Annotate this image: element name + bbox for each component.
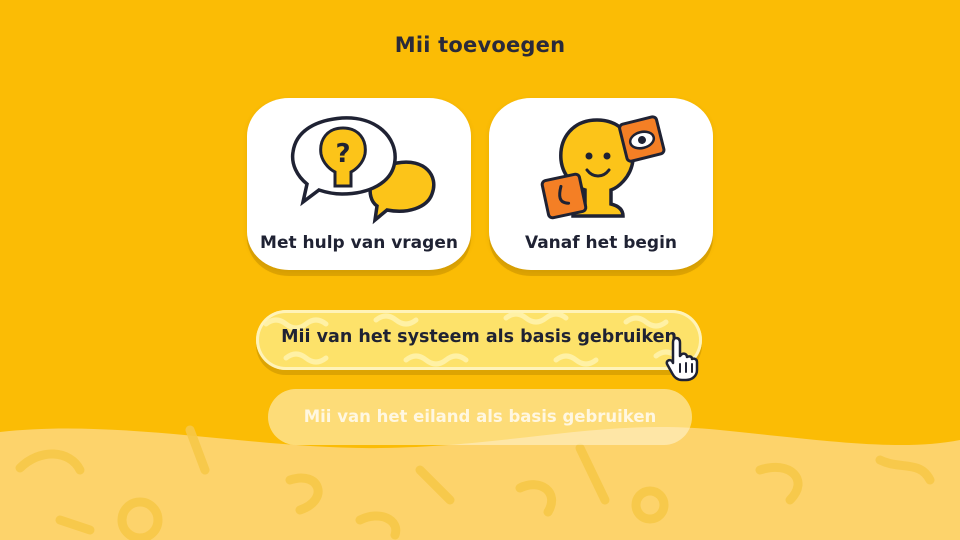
use-system-mii-button[interactable]: Mii van het systeem als basis gebruiken: [256, 310, 702, 370]
svg-text:?: ?: [335, 139, 350, 169]
page-title: Mii toevoegen: [394, 33, 566, 57]
use-island-mii-button: Mii van het eiland als basis gebruiken: [268, 389, 692, 445]
hand-pointer-icon: [665, 336, 699, 382]
option-card-questions[interactable]: ? Met hulp van vragen: [247, 98, 471, 270]
option-label-questions: Met hulp van vragen: [260, 233, 458, 253]
use-system-mii-label: Mii van het systeem als basis gebruiken: [281, 327, 677, 347]
use-island-mii-label: Mii van het eiland als basis gebruiken: [303, 407, 657, 426]
question-speech-bubbles-icon: ?: [290, 116, 436, 225]
background-decoration: [0, 425, 960, 540]
mii-face-parts-icon: [540, 115, 666, 220]
option-label-from-scratch: Vanaf het begin: [524, 233, 678, 253]
option-card-from-scratch[interactable]: Vanaf het begin: [489, 98, 713, 270]
